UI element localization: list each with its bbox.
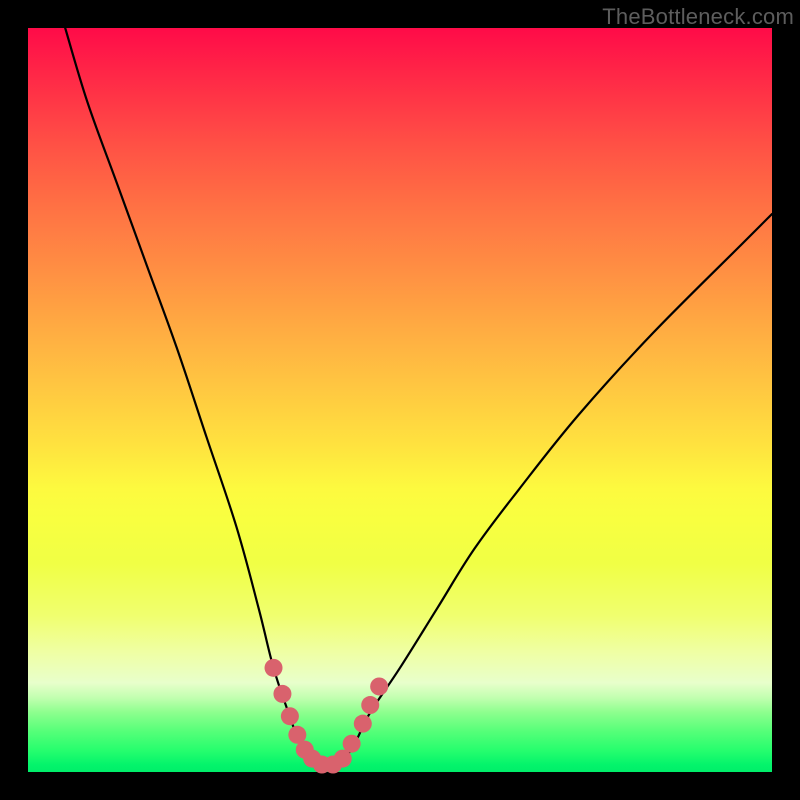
marker-dot xyxy=(273,685,291,703)
chart-plot-area xyxy=(28,28,772,772)
marker-dot xyxy=(343,735,361,753)
marker-dot xyxy=(370,677,388,695)
chart-svg xyxy=(28,28,772,772)
marker-dot xyxy=(281,707,299,725)
marker-dot xyxy=(265,659,283,677)
bottleneck-curve xyxy=(65,28,772,765)
highlight-markers xyxy=(265,659,389,774)
marker-dot xyxy=(361,696,379,714)
watermark-text: TheBottleneck.com xyxy=(602,4,794,30)
marker-dot xyxy=(354,715,372,733)
